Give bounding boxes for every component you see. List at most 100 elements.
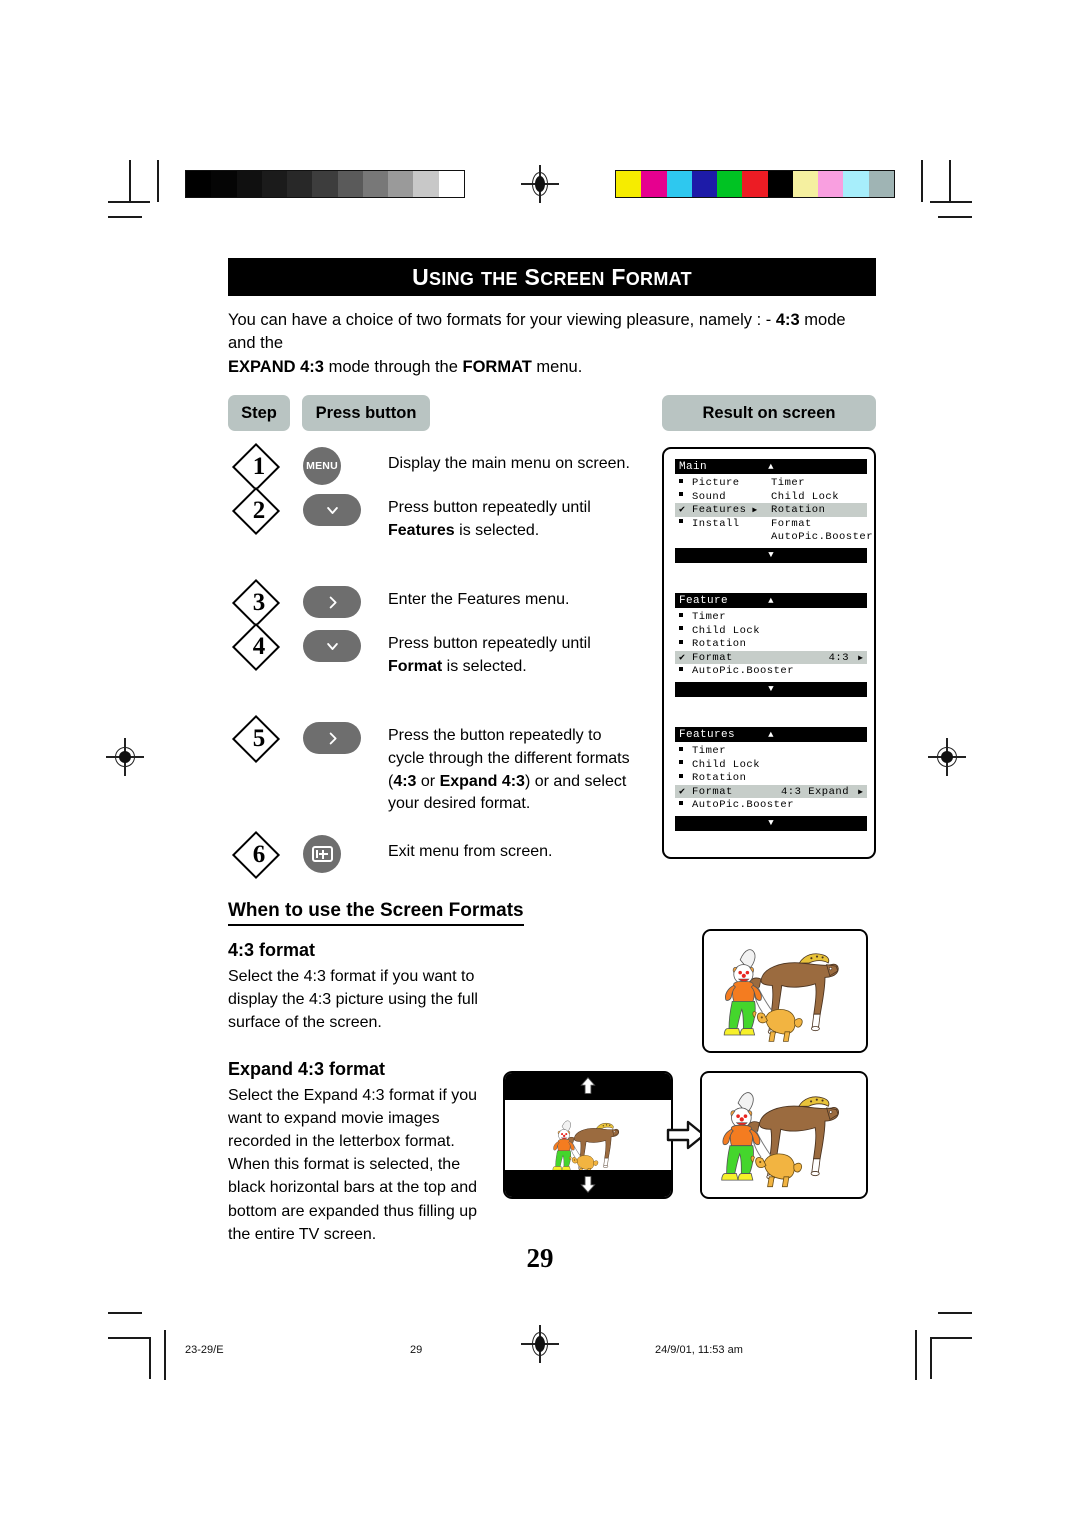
step-row: 3 Enter the Features menu. xyxy=(228,579,648,628)
osd-item-marker xyxy=(679,773,692,784)
osd-scroll-down-bar[interactable]: ▼ xyxy=(675,815,867,831)
osd-item-value-arrow[interactable]: ▶ xyxy=(858,787,863,797)
osd-item-second-column: Rotation xyxy=(771,504,826,517)
step-desc-rest: is selected. xyxy=(454,521,540,539)
osd-item-marker xyxy=(679,625,692,636)
osd-menu-item[interactable]: ✔ Format 4:3 Expand ▶ xyxy=(675,784,867,799)
footer-right: 24/9/01, 11:53 am xyxy=(655,1344,743,1356)
clown-horse-dog-illustration xyxy=(702,1073,866,1197)
osd-item-second-column: AutoPic.Booster xyxy=(771,531,874,544)
osd-menu-item[interactable]: ✔ Features ▶ Rotation xyxy=(675,503,867,517)
intro-text-a: You can have a choice of two formats for… xyxy=(228,311,776,329)
chevron-down-button[interactable] xyxy=(303,494,361,527)
format-43-body: Select the 4:3 format if you want to dis… xyxy=(228,968,478,1032)
osd-item-value-arrow[interactable]: ▶ xyxy=(858,653,863,663)
osd-title-bar: Feature ▲ xyxy=(675,593,867,609)
osd-menu-item[interactable]: ✔ Format 4:3 ▶ xyxy=(675,650,867,665)
menu-button[interactable]: MENU xyxy=(303,447,341,486)
chevron-right-button[interactable] xyxy=(303,586,361,619)
button-cell: MENU xyxy=(290,447,388,486)
chevron-down-button[interactable] xyxy=(303,630,361,663)
osd-menu-item[interactable]: Sound Child Lock xyxy=(675,490,867,504)
osd-item-marker xyxy=(679,666,692,677)
crop-mark-tl-dash xyxy=(108,216,142,218)
osd-title-bar: Features ▲ xyxy=(675,727,867,743)
page-title-bar: USING THE SCREEN FORMAT xyxy=(228,258,876,296)
osd-menu-item[interactable]: Child Lock xyxy=(675,758,867,772)
osd-item-label: Sound xyxy=(692,490,727,503)
osd-menu-item[interactable]: Rotation xyxy=(675,771,867,785)
step-desc-line1: Display the main menu on screen. xyxy=(388,455,630,473)
content-column: USING THE SCREEN FORMAT You can have a c… xyxy=(228,258,876,880)
osd-menu-item[interactable]: Rotation xyxy=(675,637,867,651)
step-number-diamond: 5 xyxy=(228,715,290,764)
crop-mark-tr-h xyxy=(930,201,972,203)
step-desc-line1: Enter the Features menu. xyxy=(388,591,570,609)
exit-button[interactable] xyxy=(303,835,341,874)
expand-down-arrow-icon xyxy=(580,1176,596,1193)
step-desc-line2: cycle through the different formats xyxy=(388,749,630,767)
step-description: Press button repeatedly until Format is … xyxy=(388,627,648,678)
osd-item-marker xyxy=(679,518,692,529)
step-number-diamond: 2 xyxy=(228,487,290,536)
manual-page: USING THE SCREEN FORMAT You can have a c… xyxy=(0,0,1080,1528)
osd-item-label: AutoPic.Booster xyxy=(692,799,795,812)
osd-scroll-down-bar[interactable]: ▼ xyxy=(675,547,867,563)
osd-menu-item[interactable]: Child Lock xyxy=(675,624,867,638)
osd-item-list: Timer Child Lock Rotation ✔ Format 4:3 ▶ AutoPi… xyxy=(675,608,867,679)
chevron-down-icon xyxy=(326,506,338,514)
crop-mark-tl-v xyxy=(129,160,131,202)
osd-item-label: Rotation xyxy=(692,772,747,785)
table-header-row: Step Press button Result on screen xyxy=(228,395,876,433)
step-desc-line1: Press the button repeatedly to xyxy=(388,727,602,745)
step-number: 5 xyxy=(252,724,266,752)
page-title: USING THE SCREEN FORMAT xyxy=(412,263,692,290)
osd-item-marker xyxy=(679,612,692,623)
step-description: Press button repeatedly until Features i… xyxy=(388,491,648,542)
intro-text-g: menu. xyxy=(531,357,583,376)
osd-menu-item[interactable]: AutoPic.Booster xyxy=(675,798,867,812)
osd-item-marker xyxy=(679,478,692,489)
osd-menu-item[interactable]: Install Format xyxy=(675,517,867,531)
step-desc-line4: your desired format. xyxy=(388,795,531,813)
osd-item-second-column: Child Lock xyxy=(771,490,840,503)
button-cell xyxy=(290,583,388,619)
intro-bold-expand43: EXPAND 4:3 xyxy=(228,357,324,376)
osd-item-enter-arrow[interactable]: ▶ xyxy=(752,505,757,515)
step-number: 1 xyxy=(252,452,266,480)
osd-menu-item[interactable]: Timer xyxy=(675,744,867,758)
chevron-right-button[interactable] xyxy=(303,722,361,755)
osd-item-marker xyxy=(679,746,692,757)
steps-table: 1 MENU Display the main menu on screen. … xyxy=(228,443,876,880)
step-desc-line1: Exit menu from screen. xyxy=(388,843,553,861)
osd-item-marker: ✔ xyxy=(679,786,686,798)
osd-scroll-up-icon[interactable]: ▲ xyxy=(768,462,774,472)
result-on-screen-panel: Main ▲ Picture Timer Sound Child Lock ✔ Feature… xyxy=(662,447,876,860)
osd-title-text: Features xyxy=(679,728,736,741)
osd-item-label: Timer xyxy=(692,611,727,624)
crop-mark-tr-dash xyxy=(938,216,972,218)
step-number-diamond: 4 xyxy=(228,623,290,672)
osd-menu-item[interactable]: AutoPic.Booster xyxy=(675,664,867,678)
osd-scroll-up-icon[interactable]: ▲ xyxy=(768,596,774,606)
step-row: 4 Press button repeatedly until Format i… xyxy=(228,623,648,678)
osd-item-value: 4:3 xyxy=(828,651,849,664)
osd-menu-item[interactable]: Picture Timer xyxy=(675,476,867,490)
step-desc-bold: Format xyxy=(388,657,443,675)
osd-item-label: Install xyxy=(692,517,740,530)
illustration-expand-43-result xyxy=(700,1071,868,1199)
osd-menu-item[interactable]: AutoPic.Booster xyxy=(675,530,873,544)
osd-scroll-up-icon[interactable]: ▲ xyxy=(768,730,774,740)
page-number: 29 xyxy=(526,1243,554,1273)
osd-scroll-down-bar[interactable]: ▼ xyxy=(675,681,867,697)
registration-target-bottom xyxy=(521,1325,559,1363)
clown-horse-dog-illustration xyxy=(541,1109,635,1179)
osd-menu-item[interactable]: Timer xyxy=(675,610,867,624)
crop-mark-tl-v2 xyxy=(157,160,159,202)
chevron-right-icon xyxy=(329,596,337,609)
osd-title-text: Main xyxy=(679,460,708,473)
osd-item-marker xyxy=(679,491,692,502)
osd-item-marker: ✔ xyxy=(679,652,686,664)
osd-item-list: Picture Timer Sound Child Lock ✔ Features ▶ Rot… xyxy=(675,474,873,545)
osd-item-marker xyxy=(679,759,692,770)
